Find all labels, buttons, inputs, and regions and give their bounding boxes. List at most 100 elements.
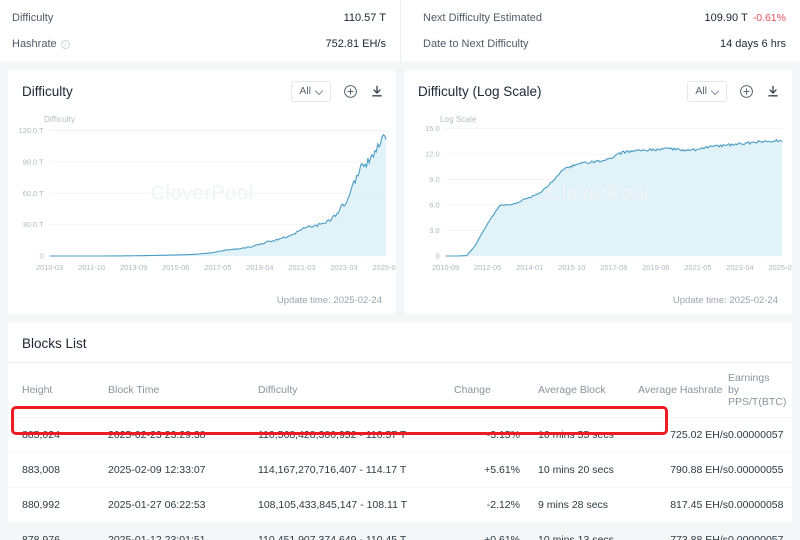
- cell-difficulty: 108,105,433,845,147 - 108.11 T: [258, 487, 448, 523]
- stat-row-date-to-next-difficulty: Date to Next Difficulty 14 days 6 hrs: [423, 31, 786, 57]
- svg-text:2010-03: 2010-03: [36, 263, 63, 272]
- cell-height[interactable]: 883,008: [8, 452, 108, 488]
- svg-text:15.0: 15.0: [425, 124, 439, 133]
- cell-block-time: 2025-01-12 23:01:51: [108, 522, 258, 540]
- range-select-difficulty[interactable]: All: [291, 80, 331, 102]
- blocks-list-card: Blocks List Height Block Time Difficulty…: [8, 322, 792, 540]
- svg-text:60.0 T: 60.0 T: [23, 189, 44, 198]
- column-header-earnings[interactable]: Earnings by PPS/T(BTC): [728, 362, 792, 418]
- next-difficulty-value: 109.90 T: [704, 12, 748, 24]
- cell-earnings: 0.00000055: [728, 452, 792, 488]
- difficulty-log-y-axis-name: Log Scale: [440, 115, 477, 124]
- svg-text:0: 0: [435, 252, 439, 261]
- stat-label-hashrate: Hashrate i: [12, 38, 70, 50]
- cell-average-hashrate: 790.88 EH/s: [632, 452, 728, 488]
- cell-average-block: 9 mins 28 secs: [520, 487, 632, 523]
- zoom-in-icon[interactable]: [739, 84, 754, 99]
- svg-text:2012-05: 2012-05: [474, 263, 501, 272]
- svg-text:0: 0: [39, 252, 43, 261]
- svg-text:90.0 T: 90.0 T: [23, 157, 44, 166]
- table-row[interactable]: 883,008 2025-02-09 12:33:07 114,167,270,71…: [8, 452, 792, 488]
- difficulty-log-chart-card: Difficulty (Log Scale) All Log Scale Clo…: [404, 70, 792, 314]
- cell-height[interactable]: 880,992: [8, 487, 108, 523]
- difficulty-log-chart-plot: 15.0 12.0 9.0 6.0 3.0 0 2010-09 2012-05 2014-01 2…: [425, 124, 792, 272]
- cell-average-hashrate: 725.02 EH/s: [632, 417, 728, 453]
- svg-text:30.0 T: 30.0 T: [23, 220, 44, 229]
- stat-value-difficulty: 110.57 T: [343, 12, 386, 24]
- difficulty-chart-card: Difficulty All Difficulty CloverPool 120…: [8, 70, 396, 314]
- difficulty-log-chart-body: Log Scale CloverPool 15.0 12.0 9.0 6.0 3.0 0 2…: [404, 112, 792, 282]
- svg-text:2015-06: 2015-06: [162, 263, 189, 272]
- cell-height[interactable]: 878,976: [8, 522, 108, 540]
- stat-value-hashrate: 752.81 EH/s: [325, 38, 386, 50]
- svg-text:12.0: 12.0: [425, 150, 439, 159]
- cell-change: -3.15%: [448, 417, 520, 453]
- download-icon[interactable]: [766, 84, 780, 99]
- svg-text:2010-09: 2010-09: [432, 263, 459, 272]
- svg-text:3.0: 3.0: [429, 226, 439, 235]
- difficulty-log-chart-update-time: Update time: 2025-02-24: [672, 295, 778, 306]
- cell-difficulty: 114,167,270,716,407 - 114.17 T: [258, 452, 448, 488]
- svg-text:2023-04: 2023-04: [726, 263, 753, 272]
- svg-text:2019-06: 2019-06: [642, 263, 669, 272]
- cell-difficulty: 110,451,907,374,649 - 110.45 T: [258, 522, 448, 540]
- blocks-table-header-row: Height Block Time Difficulty Change Aver…: [8, 362, 792, 418]
- stat-value-next-difficulty-estimated: 109.90 T -0.61%: [704, 12, 786, 24]
- chevron-down-icon: [316, 88, 323, 95]
- difficulty-chart-plot: 120.0 T 90.0 T 60.0 T 30.0 T 0 2010-03 2011-10…: [19, 126, 396, 272]
- blocks-table: Height Block Time Difficulty Change Aver…: [8, 362, 792, 540]
- cell-average-hashrate: 817.45 EH/s: [632, 487, 728, 523]
- stats-column-left: Difficulty 110.57 T Hashrate i 752.81 EH…: [0, 0, 400, 62]
- cell-height[interactable]: 885,024: [8, 417, 108, 453]
- svg-text:2017-08: 2017-08: [600, 263, 627, 272]
- table-row[interactable]: 885,024 2025-02-23 23:29:38 110,568,428,30…: [8, 417, 792, 453]
- range-select-difficulty-log[interactable]: All: [687, 80, 727, 102]
- svg-text:2014-01: 2014-01: [516, 263, 543, 272]
- svg-text:2011-10: 2011-10: [78, 263, 105, 272]
- difficulty-chart-title: Difficulty: [22, 83, 73, 99]
- blocks-table-body: 885,024 2025-02-23 23:29:38 110,568,428,30…: [8, 417, 792, 540]
- svg-text:120.0 T: 120.0 T: [19, 126, 44, 135]
- range-select-label: All: [299, 85, 311, 97]
- table-row[interactable]: 880,992 2025-01-27 06:22:53 108,105,433,84…: [8, 487, 792, 523]
- difficulty-chart-body: Difficulty CloverPool 120.0 T 90.0 T 60.0 …: [8, 112, 396, 282]
- column-header-change[interactable]: Change: [448, 362, 520, 418]
- svg-text:2023-03: 2023-03: [330, 263, 357, 272]
- svg-text:9.0: 9.0: [429, 175, 439, 184]
- cell-block-time: 2025-02-09 12:33:07: [108, 452, 258, 488]
- blocks-table-head: Height Block Time Difficulty Change Aver…: [8, 362, 792, 418]
- stat-label-hashrate-text: Hashrate: [12, 38, 57, 50]
- cell-average-block: 10 mins 13 secs: [520, 522, 632, 540]
- svg-text:2017-05: 2017-05: [204, 263, 231, 272]
- difficulty-y-axis-name: Difficulty: [44, 115, 76, 124]
- svg-text:2021-03: 2021-03: [288, 263, 315, 272]
- column-header-difficulty[interactable]: Difficulty: [258, 362, 448, 418]
- cell-earnings: 0.00000057: [728, 522, 792, 540]
- stat-row-next-difficulty-estimated: Next Difficulty Estimated 109.90 T -0.61…: [423, 5, 786, 31]
- difficulty-chart-tools: All: [291, 80, 384, 102]
- stat-value-date-to-next-difficulty: 14 days 6 hrs: [719, 38, 786, 50]
- column-header-average-hashrate[interactable]: Average Hashrate: [632, 362, 728, 418]
- svg-text:2015-10: 2015-10: [558, 263, 585, 272]
- charts-row: Difficulty All Difficulty CloverPool 120…: [0, 62, 800, 314]
- column-header-height[interactable]: Height: [8, 362, 108, 418]
- stat-label-difficulty: Difficulty: [12, 12, 54, 24]
- cell-difficulty: 110,568,428,300,952 - 110.57 T: [258, 417, 448, 453]
- chevron-down-icon: [712, 88, 719, 95]
- stat-row-difficulty: Difficulty 110.57 T: [12, 5, 386, 31]
- cell-block-time: 2025-01-27 06:22:53: [108, 487, 258, 523]
- cell-block-time: 2025-02-23 23:29:38: [108, 417, 258, 453]
- cell-change: +5.61%: [448, 452, 520, 488]
- cell-average-block: 10 mins 55 secs: [520, 417, 632, 453]
- table-row[interactable]: 878,976 2025-01-12 23:01:51 110,451,907,37…: [8, 522, 792, 540]
- cell-change: +0.61%: [448, 522, 520, 540]
- info-icon[interactable]: i: [60, 39, 70, 49]
- column-header-block-time[interactable]: Block Time: [108, 362, 258, 418]
- range-select-label: All: [695, 85, 707, 97]
- stat-label-next-difficulty-estimated: Next Difficulty Estimated: [423, 12, 543, 24]
- download-icon[interactable]: [370, 84, 384, 99]
- zoom-in-icon[interactable]: [343, 84, 358, 99]
- difficulty-log-chart-title: Difficulty (Log Scale): [418, 83, 542, 99]
- column-header-average-block[interactable]: Average Block: [520, 362, 632, 418]
- stat-label-date-to-next-difficulty: Date to Next Difficulty: [423, 38, 529, 50]
